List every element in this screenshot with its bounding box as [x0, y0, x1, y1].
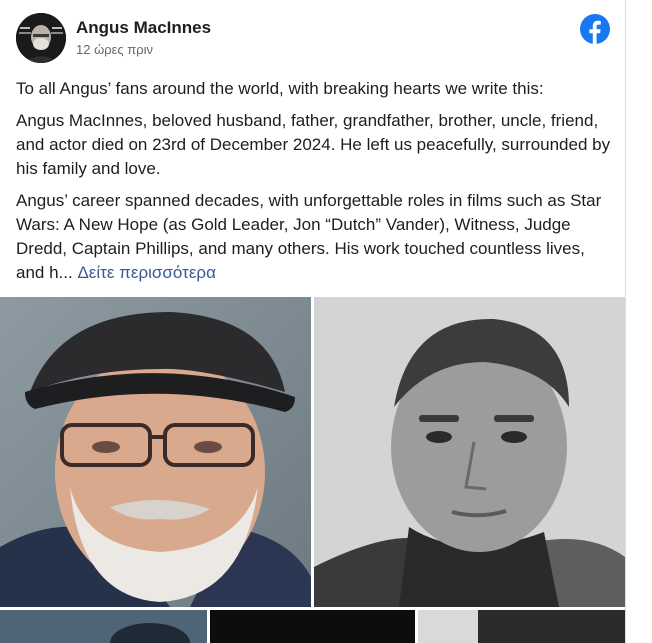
post-body: To all Angus’ fans around the world, wit…	[16, 77, 612, 293]
post-photo-thumbnail[interactable]	[0, 610, 207, 643]
post-paragraph: Angus MacInnes, beloved husband, father,…	[16, 111, 611, 178]
post-timestamp[interactable]: 12 ώρες πριν	[76, 42, 153, 57]
post-photo-older-man[interactable]	[0, 297, 311, 607]
avatar-image	[16, 13, 66, 63]
post-photo-young-man[interactable]	[314, 297, 625, 607]
see-more-link[interactable]: Δείτε περισσότερα	[77, 263, 215, 282]
post-paragraph: To all Angus’ fans around the world, wit…	[16, 79, 544, 98]
post-paragraph: Angus’ career spanned decades, with unfo…	[16, 189, 612, 285]
facebook-post-card: Angus MacInnes 12 ώρες πριν To all Angus…	[0, 0, 626, 643]
post-photo-thumbnail[interactable]	[210, 610, 415, 643]
author-name[interactable]: Angus MacInnes	[76, 18, 211, 38]
post-header: Angus MacInnes 12 ώρες πριν	[16, 13, 616, 63]
avatar[interactable]	[16, 13, 66, 63]
post-photo-thumbnail[interactable]	[418, 610, 625, 643]
facebook-icon[interactable]	[580, 14, 610, 44]
